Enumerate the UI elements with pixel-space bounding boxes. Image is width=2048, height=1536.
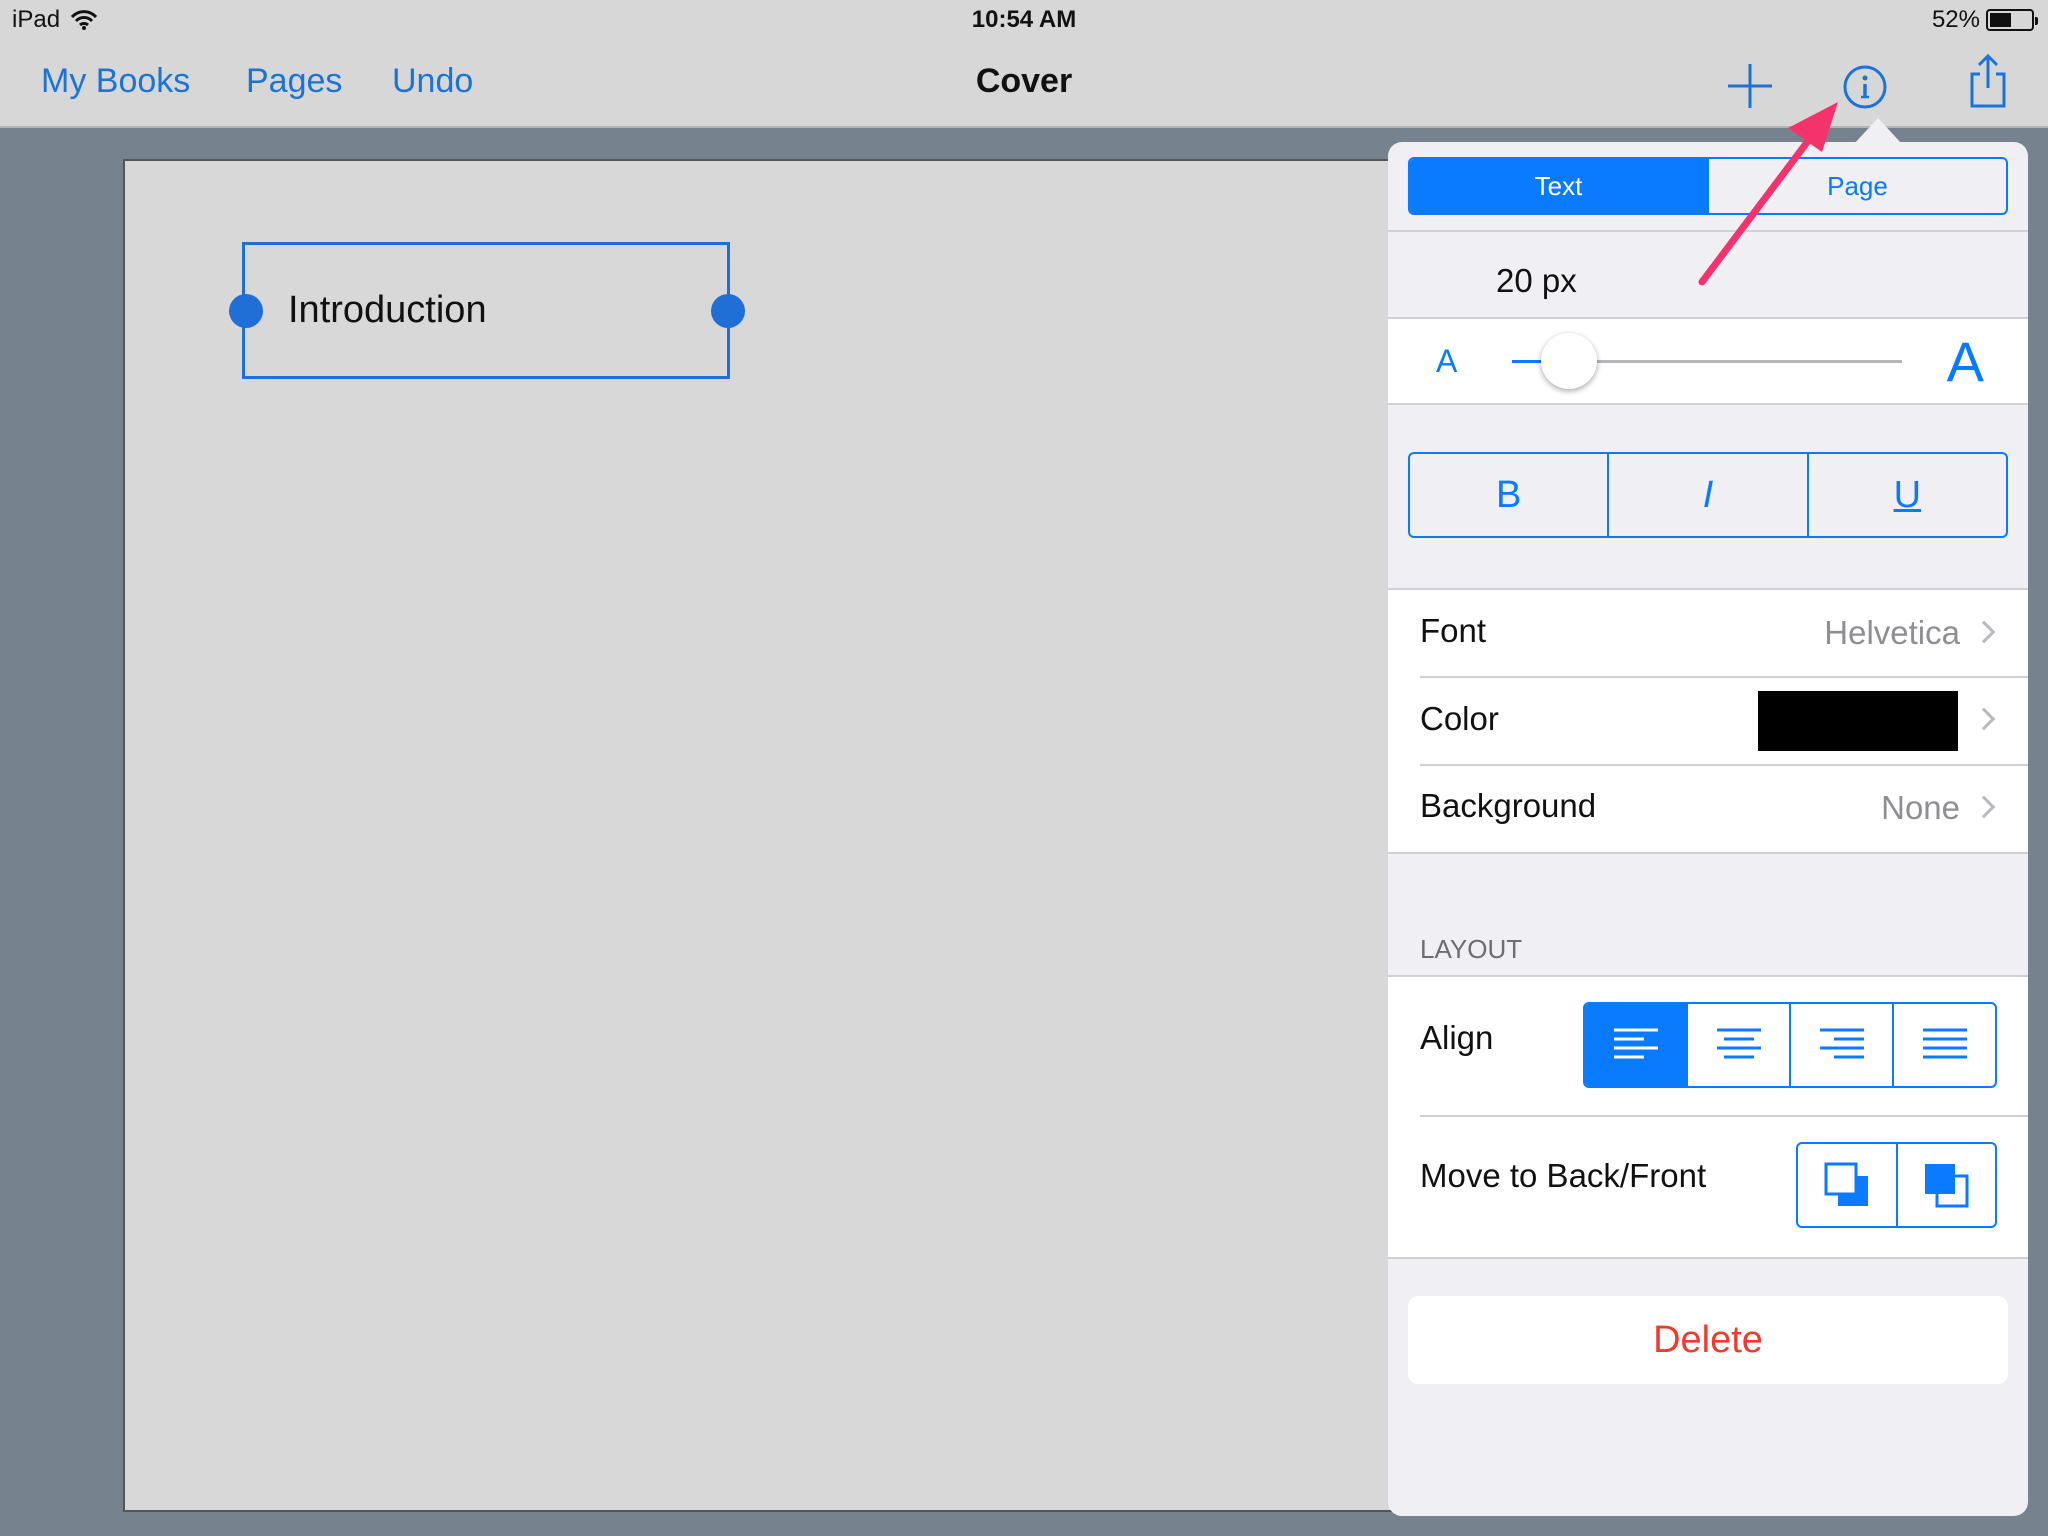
annotation-arrow-icon	[1698, 102, 1838, 286]
